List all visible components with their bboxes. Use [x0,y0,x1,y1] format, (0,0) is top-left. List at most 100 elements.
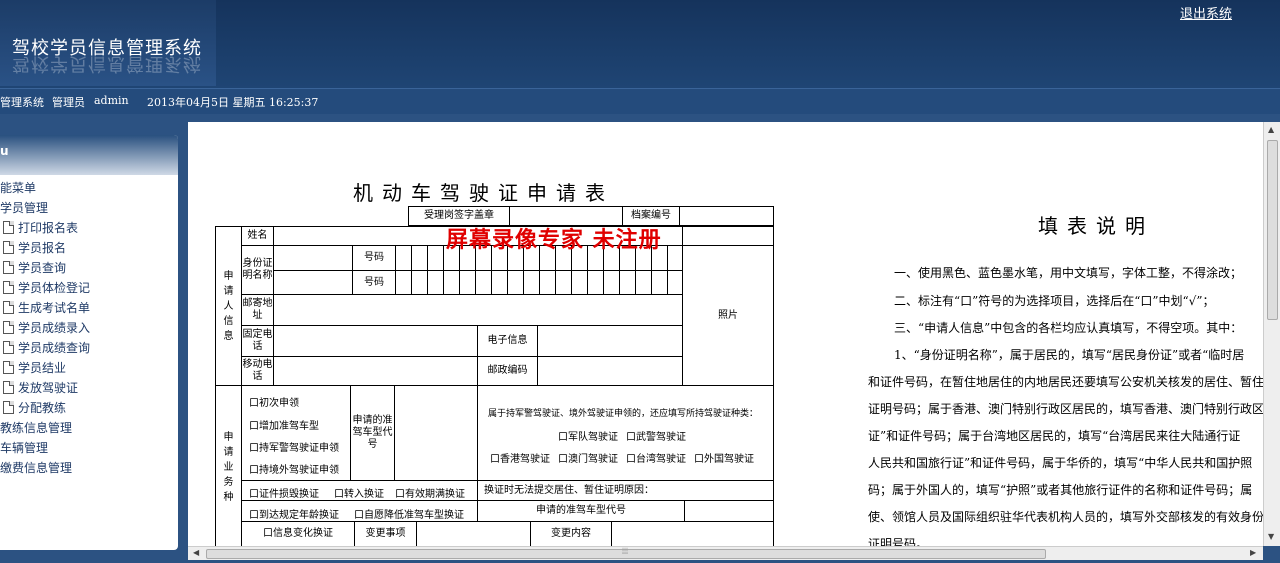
opt-foreign[interactable]: 口持境外驾驶证申领 [249,461,339,476]
postcode-value [537,356,683,386]
sidebar-item[interactable]: 学员体检登记 [0,277,178,297]
scroll-up-icon[interactable]: ▲ [1268,125,1274,134]
document-icon [3,380,14,394]
change-item-value [416,521,531,546]
sidebar-item[interactable]: 打印报名表 [0,217,178,237]
sidebar-item[interactable]: 生成考试名单 [0,297,178,317]
opt-damaged[interactable]: 口证件损毁换证 [249,485,319,500]
sidebar-item-label: 分配教练 [18,400,67,415]
sidebar-item[interactable]: 学员报名 [0,237,178,257]
horizontal-scrollbar[interactable]: ◀ ⦙⦙⦙ ▶ [188,546,1263,560]
vertical-scroll-thumb[interactable] [1267,140,1278,320]
opt-police-licence[interactable]: 口武警驾驶证 [626,428,686,443]
idcert-label: 身份证明名称 [241,245,274,295]
mobile-value [273,356,478,386]
change-content-label: 变更内容 [530,521,612,546]
mobile-label: 移动电话 [241,356,274,386]
info-bar: 管理系统 管理员 admin 2013年04月5日 星期五 16:25:37 [0,88,1280,114]
sidebar-item-label: 学员查询 [18,260,67,275]
sidebar-header: u [0,135,178,175]
email-value [537,325,683,357]
sidebar-item[interactable]: 车辆管理 [0,437,178,457]
note-line: 和证件号码，在暂住地居住的内地居民还要填写公安机关核发的居住、暂住 [868,375,1263,389]
sidebar-item[interactable]: 教练信息管理 [0,417,178,437]
sidebar-item[interactable]: 能菜单 [0,177,178,197]
change-item-label: 变更事项 [354,521,417,546]
opt-hk-licence[interactable]: 口香港驾驶证 [490,450,550,465]
note-line: 码；属于外国人的，填写“护照”或者其他旅行证件的名称和证件号码；属 [868,483,1253,497]
sidebar-item-label: 缴费信息管理 [0,460,73,475]
scroll-down-icon[interactable]: ▼ [1268,532,1274,541]
opt-first-apply[interactable]: 口初次申领 [249,394,299,409]
scroll-right-icon[interactable]: ▶ [1250,548,1256,557]
licence-kind-note: 属于持军警驾驶证、境外驾驶证申领的，还应填写所持驾驶证种类： [488,409,759,419]
sidebar-item-label: 车辆管理 [0,440,49,455]
scroll-left-icon[interactable]: ◀ [193,548,199,557]
sidebar-item-label: 发放驾驶证 [18,380,79,395]
sidebar: u 能菜单学员管理打印报名表学员报名学员查询学员体检登记生成考试名单学员成绩录入… [0,135,178,550]
number-label-1: 号码 [352,245,396,271]
note-line: 使、领馆人员及国际组织驻华代表机构人员的，填写外交部核发的有效身份 [868,510,1263,524]
vertical-scrollbar[interactable]: ▲ ▼ [1263,122,1280,546]
note-line: 一、使用黑色、蓝色墨水笔，用中文填写，字体工整，不得涂改； [894,266,1243,280]
sidebar-item[interactable]: 学员结业 [0,357,178,377]
opt-foreign-licence[interactable]: 口外国驾驶证 [694,450,754,465]
username: admin [94,94,129,107]
document-icon [3,400,14,414]
document-icon [3,260,14,274]
document-icon [3,300,14,314]
opt-transfer[interactable]: 口转入换证 [334,485,384,500]
sidebar-item-label: 学员体检登记 [18,280,91,295]
change-content-value [611,521,774,546]
notes-title: 填表说明 [1038,214,1154,238]
note-line: 证”和证件号码；属于台湾地区居民的，填写“台湾居民来往大陆通行证 [868,429,1241,443]
system-label: 管理系统 [0,96,44,109]
sidebar-item-label: 学员结业 [18,360,67,375]
header: 驾校学员信息管理系统 驾校学员信息管理系统 退出系统 [0,0,1280,88]
sidebar-item-label: 学员成绩查询 [18,340,91,355]
opt-info-change[interactable]: 口信息变化换证 [241,521,355,546]
sidebar-item-label: 教练信息管理 [0,420,73,435]
renew-reason: 换证时无法提交居住、暂住证明原因： [477,480,774,501]
sidebar-item-label: 学员成绩录入 [18,320,91,335]
sidebar-item[interactable]: 学员查询 [0,257,178,277]
watermark-text: 屏幕录像专家 未注册 [446,227,662,253]
app-title-reflection: 驾校学员信息管理系统 [12,53,202,74]
opt-army-licence[interactable]: 口军队驾驶证 [558,428,618,443]
idcert-value [273,245,353,271]
class-code-label: 申请的准驾车型代号 [350,385,395,481]
opt-age[interactable]: 口到达规定年龄换证 [249,506,339,521]
opt-military[interactable]: 口持军警驾驶证申领 [249,439,339,454]
sidebar-item-label: 能菜单 [0,180,37,195]
document-icon [3,360,14,374]
logout-link[interactable]: 退出系统 [1180,3,1232,22]
sidebar-item[interactable]: 学员成绩查询 [0,337,178,357]
opt-expired[interactable]: 口有效期满换证 [395,485,465,500]
role-label: 管理员 [52,96,85,109]
postcode-label: 邮政编码 [477,356,538,386]
note-line: 人民共和国旅行证”和证件号码，属于华侨的，填写“中华人民共和国护照 [868,456,1253,470]
opt-macau-licence[interactable]: 口澳门驾驶证 [558,450,618,465]
sidebar-item-label: 学员管理 [0,200,49,215]
note-line: 证明号码。 [868,537,929,546]
opt-add-class[interactable]: 口增加准驾车型 [249,417,319,432]
document-icon [3,320,14,334]
sidebar-item[interactable]: 缴费信息管理 [0,457,178,477]
fixed-phone-label: 固定电话 [241,325,274,357]
address-value [273,294,683,326]
opt-tw-licence[interactable]: 口台湾驾驶证 [626,450,686,465]
sidebar-item[interactable]: 学员成绩录入 [0,317,178,337]
photo-cell: 照片 [682,245,774,386]
sidebar-item[interactable]: 发放驾驶证 [0,377,178,397]
sidebar-item-label: 学员报名 [18,240,67,255]
form-page: 机动车驾驶证申请表 受理岗签字盖章 档案编号 申请人信息 姓名 身份证明名称 号… [188,122,1263,546]
sidebar-menu: 能菜单学员管理打印报名表学员报名学员查询学员体检登记生成考试名单学员成绩录入 学员… [0,175,178,477]
address-label: 邮寄地址 [241,294,274,326]
opt-downgrade[interactable]: 口自愿降低准驾车型换证 [354,506,464,521]
sidebar-item[interactable]: 学员管理 [0,197,178,217]
scroll-grip-icon: ⦙⦙⦙ [622,547,629,557]
number-label-2: 号码 [352,270,396,295]
class-code-label-2: 申请的准驾车型代号 [477,500,685,522]
sidebar-item[interactable]: 分配教练 [0,397,178,417]
note-line: 1、“身份证明名称”，属于居民的，填写“居民身份证”或者“临时居 [894,348,1245,362]
